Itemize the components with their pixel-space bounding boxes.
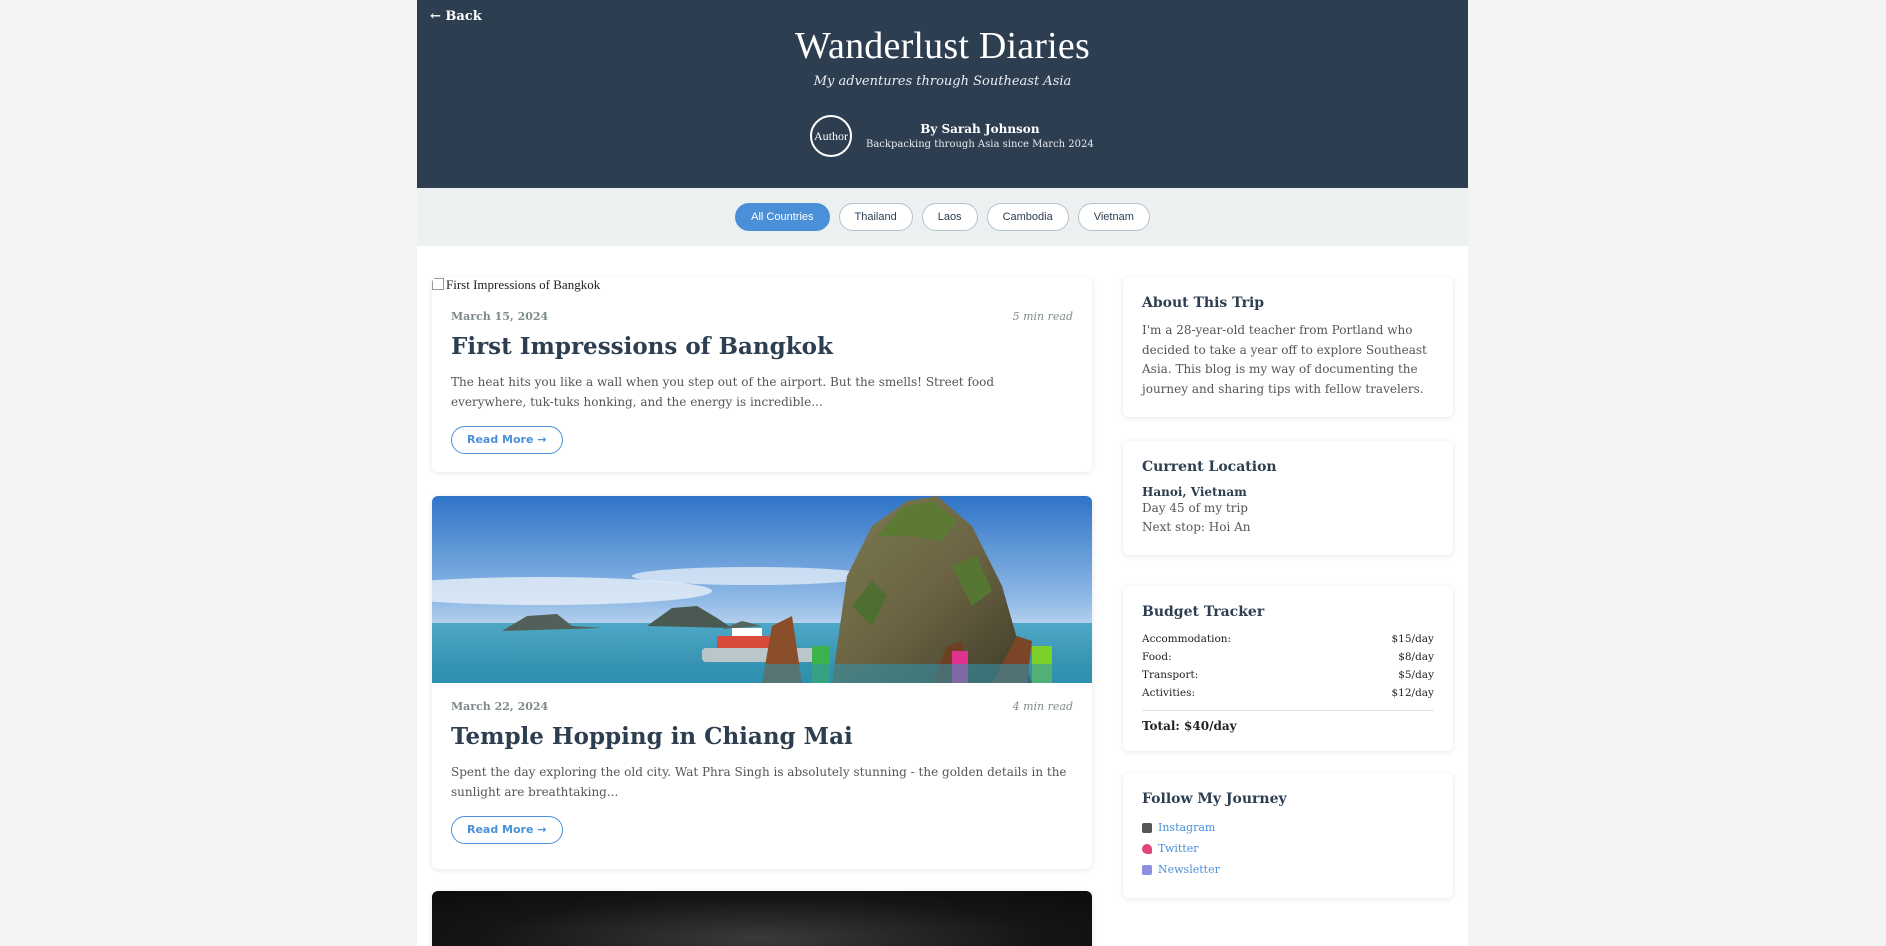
budget-row: Food: $8/day [1142,648,1434,666]
author-avatar: Author [810,115,852,157]
blog-page: ← Back Wanderlust Diaries My adventures … [417,0,1468,946]
post-read-time: 5 min read [1012,310,1073,323]
budget-row: Accommodation: $15/day [1142,630,1434,648]
camera-icon [1142,822,1152,833]
beach-photo-illustration [432,496,1092,683]
budget-label: Food: [1142,651,1172,663]
budget-label: Activities: [1142,687,1196,699]
location-day: Day 45 of my trip [1142,501,1248,515]
author-name: By Sarah Johnson [920,122,1040,136]
post-card: First Impressions of Bangkok March 15, 2… [432,277,1092,472]
filter-laos[interactable]: Laos [921,203,978,231]
broken-image-icon [432,278,444,290]
budget-label: Transport: [1142,669,1199,681]
bird-icon [1142,843,1152,854]
author-bio: Backpacking through Asia since March 202… [866,139,1094,150]
follow-widget: Follow My Journey Instagram Twitter News… [1123,773,1453,898]
site-title: Wanderlust Diaries [795,25,1090,67]
post-read-time: 4 min read [1012,700,1073,713]
post-image [432,891,1092,946]
social-link-label[interactable]: Twitter [1158,838,1199,859]
read-more-button[interactable]: Read More → [451,816,563,844]
budget-value: $8/day [1398,651,1434,663]
social-link-twitter[interactable]: Twitter [1142,838,1434,859]
widget-title: Current Location [1142,459,1277,475]
budget-total: Total: $40/day [1142,710,1434,733]
about-text: I'm a 28-year-old teacher from Portland … [1142,323,1427,396]
read-more-button[interactable]: Read More → [451,426,563,454]
post-card [432,891,1092,946]
post-card: March 22, 2024 4 min read Temple Hopping… [432,496,1092,869]
budget-value: $5/day [1398,669,1434,681]
social-link-label[interactable]: Instagram [1158,817,1215,838]
budget-row: Transport: $5/day [1142,666,1434,684]
current-location-widget: Current Location Hanoi, Vietnam Day 45 o… [1123,441,1453,555]
budget-value: $12/day [1391,687,1435,699]
post-excerpt: Spent the day exploring the old city. Wa… [451,765,1067,799]
post-date: March 15, 2024 [451,310,549,323]
filter-vietnam[interactable]: Vietnam [1077,203,1150,231]
budget-row: Activities: $12/day [1142,684,1434,702]
site-tagline: My adventures through Southeast Asia [813,74,1072,89]
filter-all-countries[interactable]: All Countries [735,203,830,231]
filter-thailand[interactable]: Thailand [838,203,913,231]
social-link-newsletter[interactable]: Newsletter [1142,859,1434,880]
location-next-stop: Next stop: Hoi An [1142,520,1251,534]
post-image [432,496,1092,683]
post-title[interactable]: Temple Hopping in Chiang Mai [451,723,1073,750]
social-link-label[interactable]: Newsletter [1158,859,1220,880]
about-widget: About This Trip I'm a 28-year-old teache… [1123,277,1453,417]
post-title[interactable]: First Impressions of Bangkok [451,333,1073,360]
post-date: March 22, 2024 [451,700,549,713]
back-link[interactable]: ← Back [430,9,482,24]
budget-label: Accommodation: [1142,633,1232,645]
budget-tracker-widget: Budget Tracker Accommodation: $15/day Foo… [1123,586,1453,751]
envelope-icon [1142,864,1152,875]
filter-cambodia[interactable]: Cambodia [986,203,1069,231]
post-image-alt: First Impressions of Bangkok [446,277,601,292]
widget-title: About This Trip [1142,295,1265,311]
post-image-placeholder: First Impressions of Bangkok [432,277,1092,293]
author-info: Author By Sarah Johnson Backpacking thro… [810,113,1094,159]
location-city: Hanoi, Vietnam [1142,485,1247,499]
widget-title: Budget Tracker [1142,604,1265,620]
social-link-instagram[interactable]: Instagram [1142,817,1434,838]
widget-title: Follow My Journey [1142,791,1287,807]
country-filter-bar: All Countries Thailand Laos Cambodia Vie… [417,188,1468,246]
post-excerpt: The heat hits you like a wall when you s… [451,375,995,409]
blog-header: ← Back Wanderlust Diaries My adventures … [417,0,1468,188]
budget-value: $15/day [1391,633,1435,645]
